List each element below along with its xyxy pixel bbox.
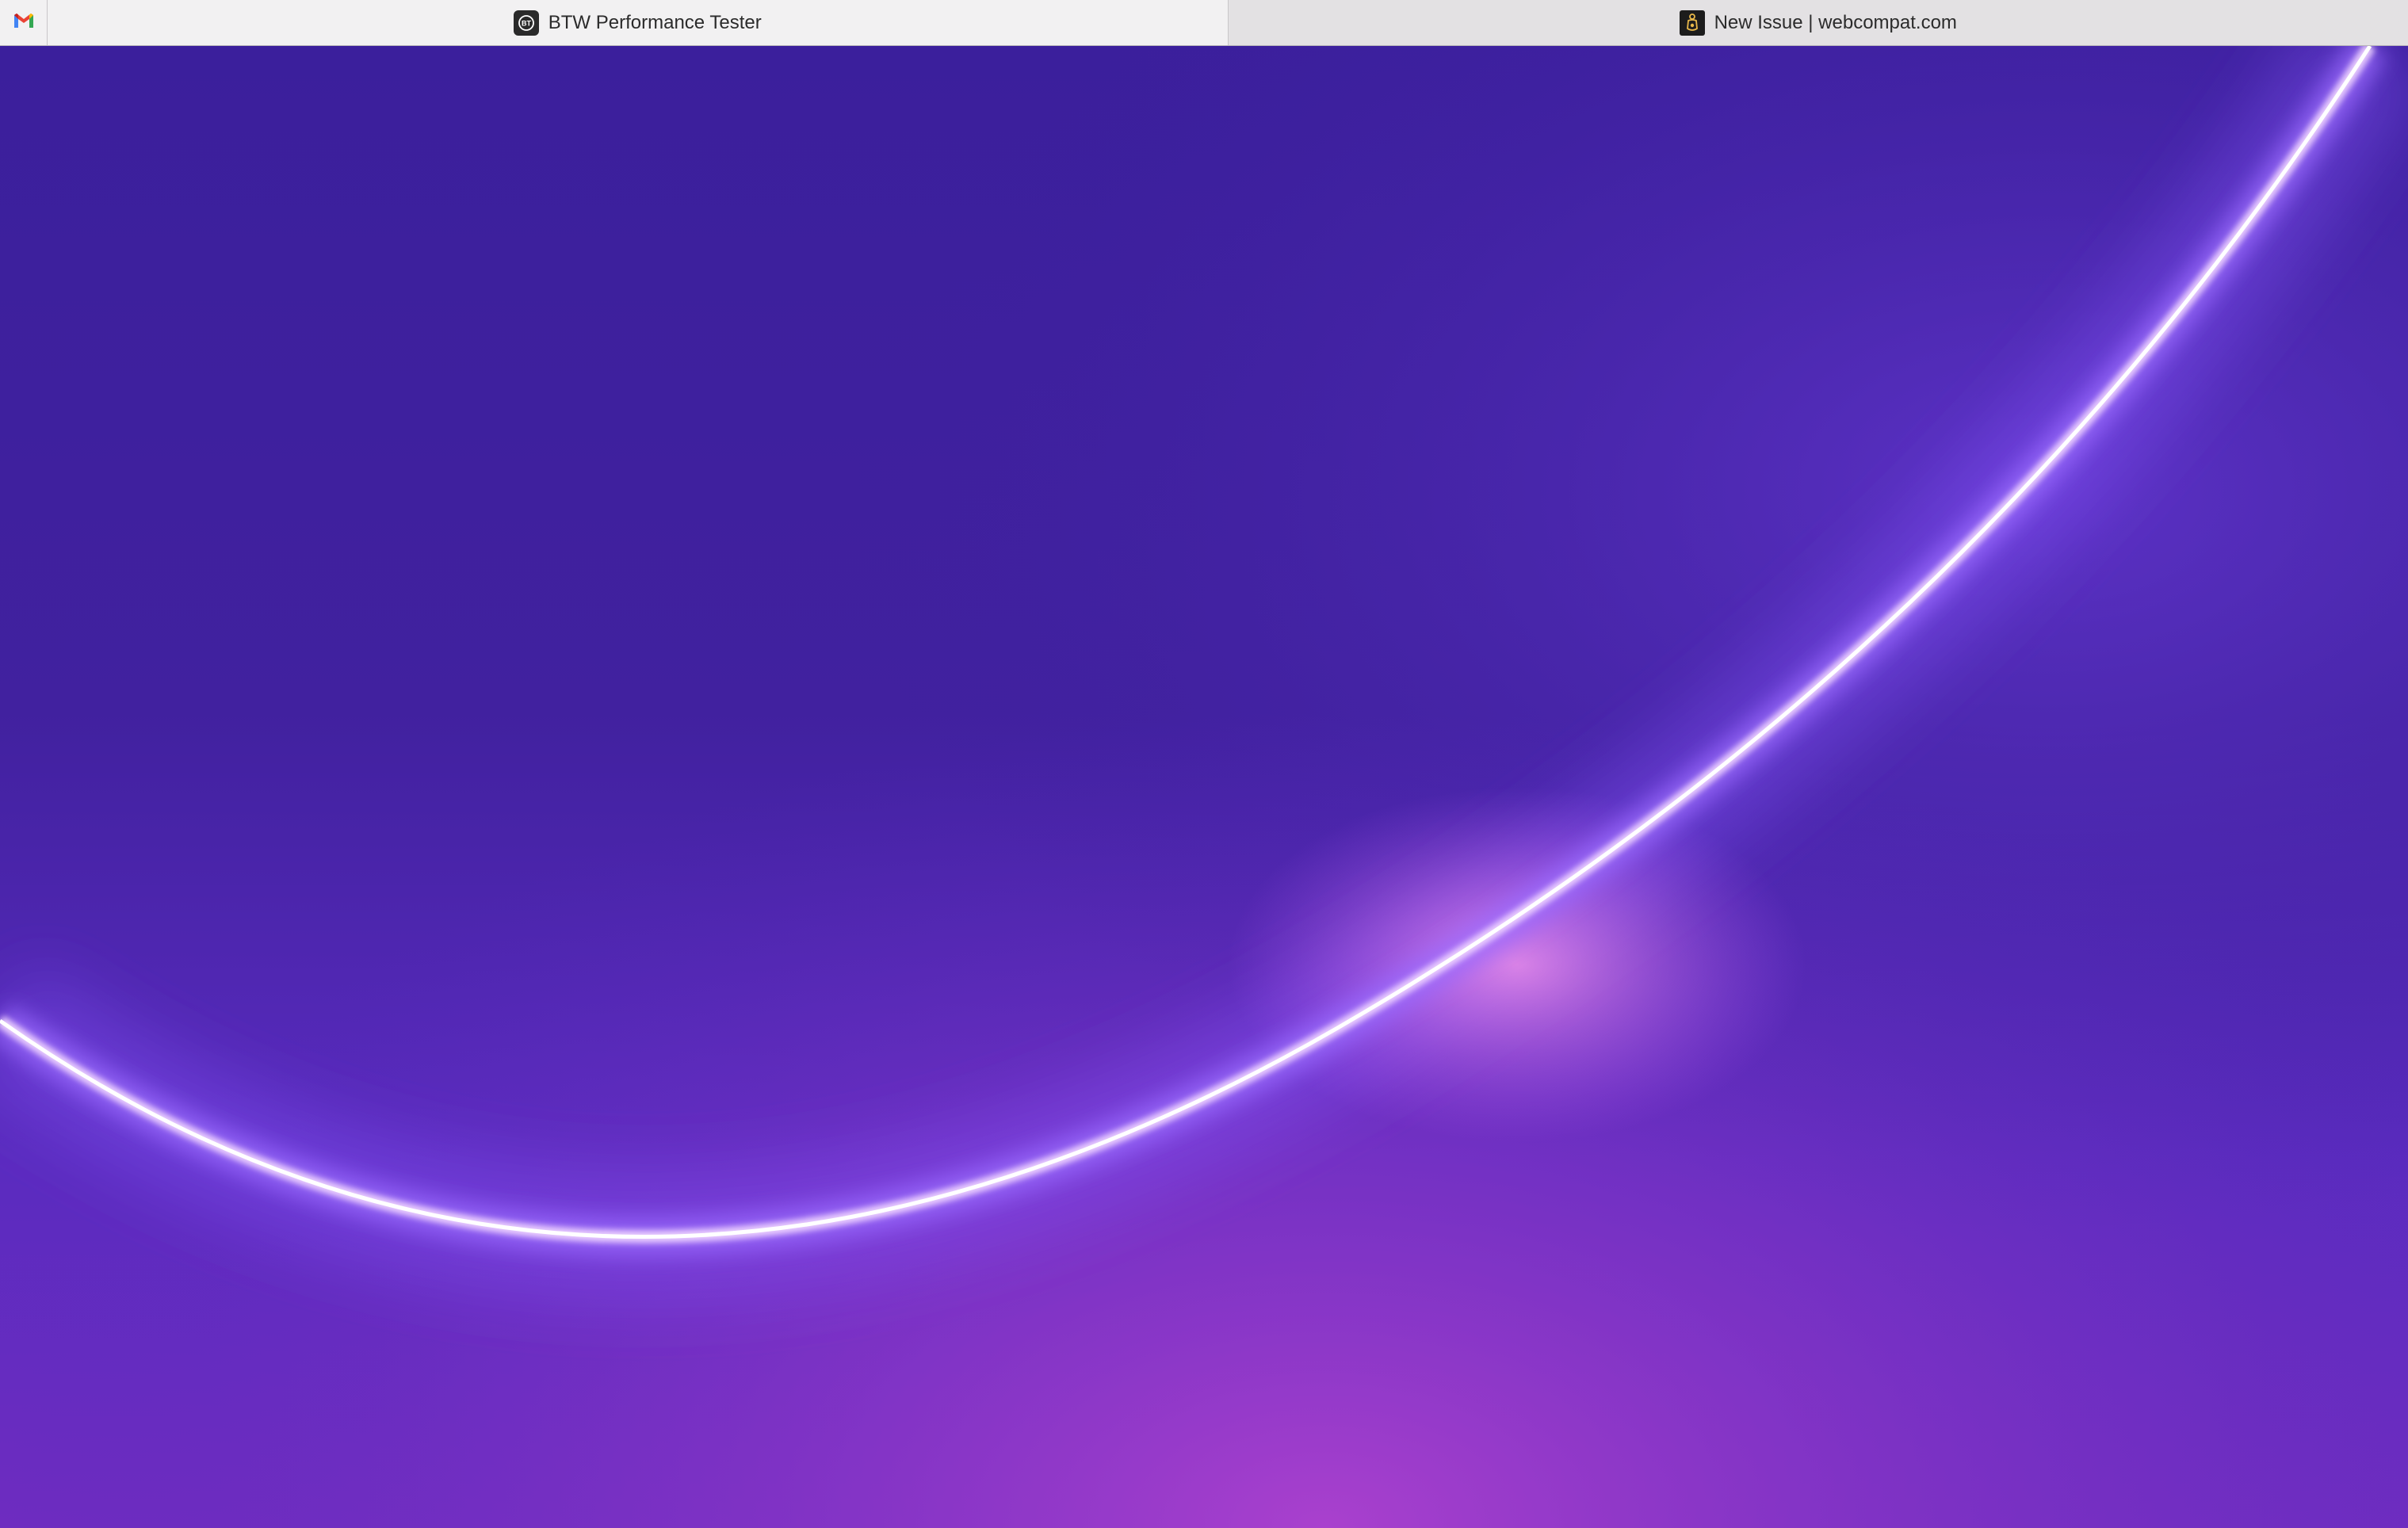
gmail-icon <box>13 12 35 33</box>
btw-favicon-icon: BT <box>513 10 539 36</box>
tab-title: New Issue | webcompat.com <box>1714 11 1957 33</box>
desktop-wallpaper <box>0 46 2408 1528</box>
tab-webcompat-new-issue[interactable]: New Issue | webcompat.com <box>1228 0 2408 45</box>
webcompat-favicon-icon <box>1679 10 1705 36</box>
svg-text:BT: BT <box>522 19 531 27</box>
tab-title: BTW Performance Tester <box>548 11 762 33</box>
tab-bar: BT BTW Performance Tester New Issue | we… <box>0 0 2408 46</box>
pinned-tab-gmail[interactable] <box>0 0 48 45</box>
tab-btw-performance-tester[interactable]: BT BTW Performance Tester <box>48 0 1229 45</box>
